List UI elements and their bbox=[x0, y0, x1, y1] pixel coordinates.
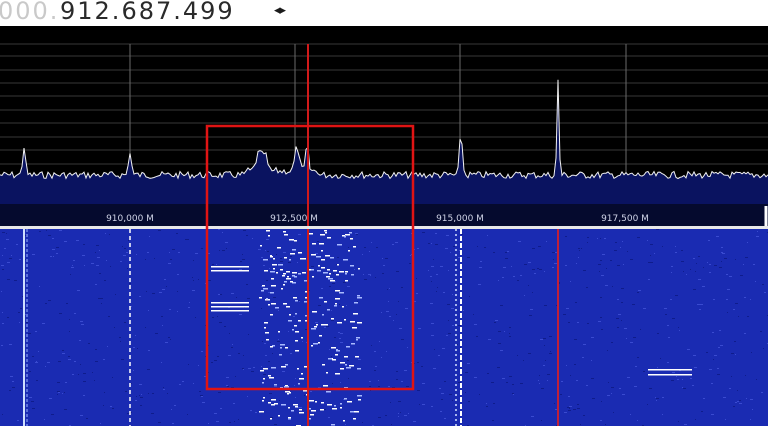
selection-box[interactable] bbox=[0, 0, 768, 426]
